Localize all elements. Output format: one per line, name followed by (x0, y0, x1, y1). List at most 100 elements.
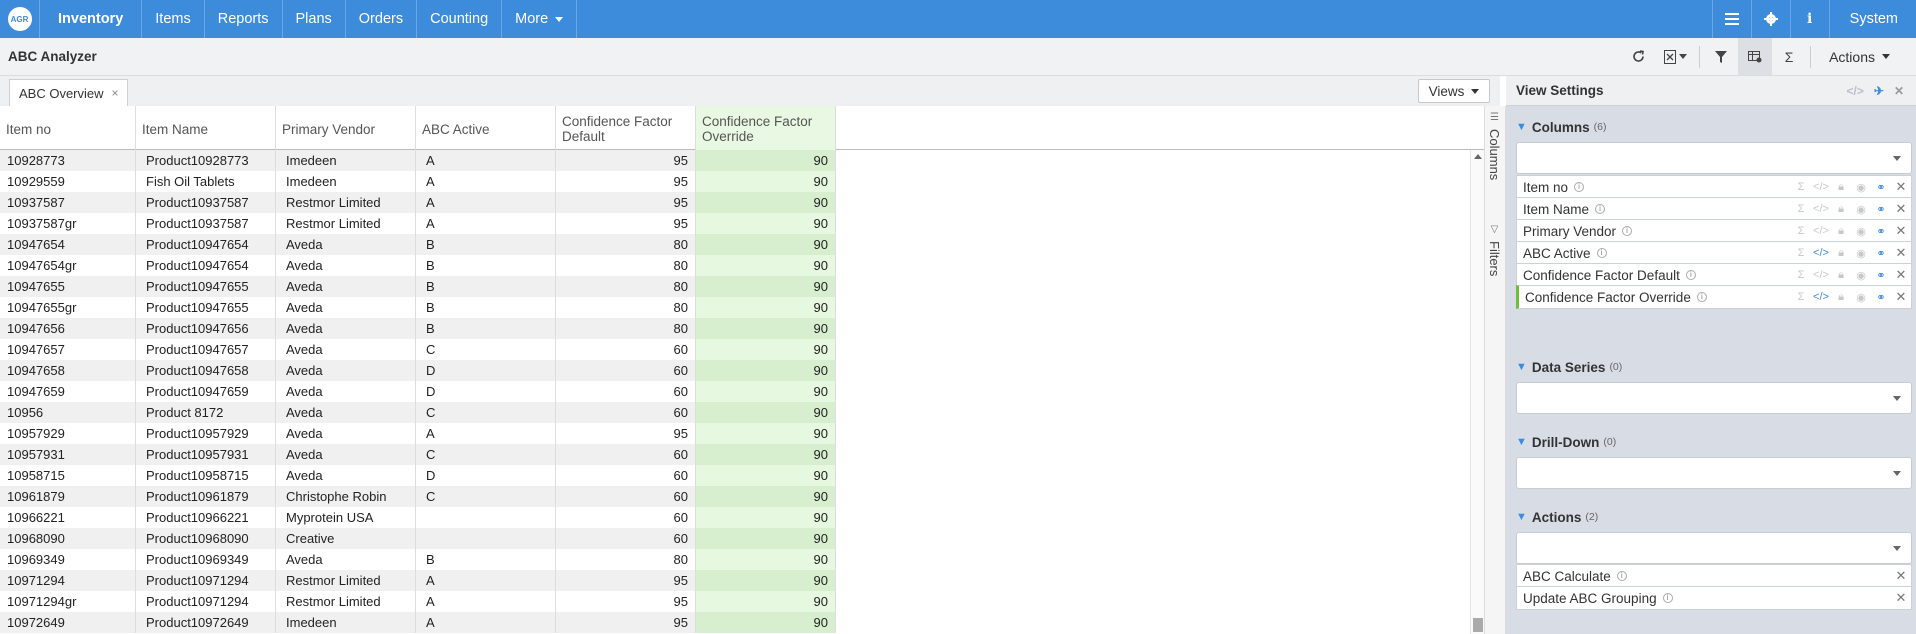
close-icon[interactable]: ✕ (1891, 179, 1911, 195)
pin-icon[interactable]: ✈ (1874, 84, 1884, 98)
info-icon[interactable]: i (1616, 571, 1627, 581)
vertical-scrollbar[interactable] (1470, 150, 1484, 634)
table-row[interactable]: 10961879 Product10961879 Christophe Robin C… (0, 486, 836, 507)
column-setting-item[interactable]: Item Name i Σ </> 🔒︎ ◉ ⚭ ✕ (1516, 197, 1912, 221)
confidence-override-cell[interactable]: 90 (696, 465, 836, 486)
lock-icon[interactable]: 🔒︎ (1831, 203, 1851, 216)
nav-reports[interactable]: Reports (205, 0, 283, 38)
info-icon[interactable]: i (1662, 593, 1673, 603)
link-icon[interactable]: ⚭ (1871, 247, 1891, 260)
code-icon[interactable]: </> (1811, 291, 1831, 303)
scroll-up-icon[interactable] (1474, 154, 1482, 159)
link-icon[interactable]: ⚭ (1871, 181, 1891, 194)
confidence-override-cell[interactable]: 90 (696, 171, 836, 192)
info-icon[interactable]: i (1574, 182, 1585, 192)
link-icon[interactable]: ⚭ (1871, 203, 1891, 216)
close-icon[interactable]: ✕ (1891, 223, 1911, 239)
info-icon[interactable]: i (1622, 226, 1633, 236)
nav-plans[interactable]: Plans (283, 0, 346, 38)
column-header-confidence-factor-default[interactable]: Confidence Factor Default (556, 106, 696, 150)
close-icon[interactable]: ✕ (1891, 201, 1911, 217)
lock-icon[interactable]: 🔒︎ (1831, 269, 1851, 282)
eye-icon[interactable]: ◉ (1851, 203, 1871, 216)
table-row[interactable]: 10937587 Product10937587 Restmor Limited A 9… (0, 192, 836, 213)
confidence-override-cell[interactable]: 90 (696, 423, 836, 444)
sigma-icon[interactable]: Σ (1791, 291, 1811, 303)
info-icon[interactable]: i (1696, 292, 1707, 302)
column-setting-item[interactable]: Confidence Factor Override i Σ </> 🔒︎ ◉ ⚭ ✕ (1516, 285, 1912, 309)
confidence-override-cell[interactable]: 90 (696, 255, 836, 276)
data-series-section-title[interactable]: ▼ Data Series (0) (1516, 358, 1912, 376)
lock-icon[interactable]: 🔒︎ (1831, 247, 1851, 260)
table-row[interactable]: 10958715 Product10958715 Aveda D 60 90 (0, 465, 836, 486)
table-row[interactable]: 10957929 Product10957929 Aveda A 95 90 (0, 423, 836, 444)
lock-icon[interactable]: 🔒︎ (1831, 181, 1851, 194)
nav-counting[interactable]: Counting (417, 0, 503, 38)
info-icon[interactable]: i (1789, 0, 1829, 38)
confidence-override-cell[interactable]: 90 (696, 381, 836, 402)
confidence-override-cell[interactable]: 90 (696, 507, 836, 528)
close-icon[interactable]: × (112, 86, 119, 100)
table-row[interactable]: 10971294 Product10971294 Restmor Limited A 9… (0, 570, 836, 591)
sigma-icon[interactable]: Σ (1791, 203, 1811, 215)
link-icon[interactable]: ⚭ (1871, 225, 1891, 238)
grid-settings-icon[interactable] (1738, 38, 1773, 75)
nav-items[interactable]: Items (142, 0, 205, 38)
link-icon[interactable]: ⚭ (1871, 269, 1891, 282)
table-row[interactable]: 10971294gr Product10971294 Restmor Limited… (0, 591, 836, 612)
action-setting-item[interactable]: Update ABC Grouping i ✕ (1516, 586, 1912, 610)
confidence-override-cell[interactable]: 90 (696, 570, 836, 591)
confidence-override-cell[interactable]: 90 (696, 276, 836, 297)
refresh-icon[interactable] (1621, 38, 1655, 75)
table-row[interactable]: 10966221 Product10966221 Myprotein USA 60 90 (0, 507, 836, 528)
tab-abc-overview[interactable]: ABC Overview × (9, 79, 128, 106)
columns-add-dropdown[interactable] (1516, 142, 1912, 174)
lock-icon[interactable]: 🔒︎ (1831, 225, 1851, 238)
sigma-icon[interactable]: Σ (1791, 269, 1811, 281)
drill-down-section-title[interactable]: ▼ Drill-Down (0) (1516, 433, 1912, 451)
confidence-override-cell[interactable]: 90 (696, 192, 836, 213)
gear-icon[interactable] (1750, 0, 1790, 38)
column-setting-item[interactable]: Primary Vendor i Σ </> 🔒︎ ◉ ⚭ ✕ (1516, 219, 1912, 243)
sigma-icon[interactable]: Σ (1772, 38, 1806, 75)
confidence-override-cell[interactable]: 90 (696, 444, 836, 465)
code-icon[interactable]: </> (1811, 225, 1831, 237)
code-icon[interactable]: </> (1811, 203, 1831, 215)
sigma-icon[interactable]: Σ (1791, 247, 1811, 259)
nav-inventory[interactable]: Inventory (40, 0, 143, 38)
drill-down-dropdown[interactable] (1516, 457, 1912, 489)
code-icon[interactable]: </> (1811, 247, 1831, 259)
actions-dropdown[interactable]: Actions (1815, 38, 1916, 75)
confidence-override-cell[interactable]: 90 (696, 318, 836, 339)
sigma-icon[interactable]: Σ (1791, 181, 1811, 193)
table-row[interactable]: 10956 Product 8172 Aveda C 60 90 (0, 402, 836, 423)
confidence-override-cell[interactable]: 90 (696, 150, 836, 171)
table-row[interactable]: 10947654 Product10947654 Aveda B 80 90 (0, 234, 836, 255)
table-row[interactable]: 10947657 Product10947657 Aveda C 60 90 (0, 339, 836, 360)
views-dropdown[interactable]: Views (1418, 79, 1490, 103)
eye-icon[interactable]: ◉ (1851, 247, 1871, 260)
excel-export-icon[interactable] (1655, 38, 1695, 75)
confidence-override-cell[interactable]: 90 (696, 528, 836, 549)
table-row[interactable]: 10947654gr Product10947654 Aveda B 80 90 (0, 255, 836, 276)
logo[interactable]: AGR (0, 0, 40, 38)
close-icon[interactable]: ✕ (1891, 590, 1911, 606)
confidence-override-cell[interactable]: 90 (696, 234, 836, 255)
nav-system[interactable]: System (1828, 0, 1916, 38)
scrollbar-thumb[interactable] (1473, 618, 1483, 632)
list-settings-icon[interactable] (1711, 0, 1751, 38)
column-header-item-name[interactable]: Item Name (136, 106, 276, 150)
close-icon[interactable]: ✕ (1891, 267, 1911, 283)
code-icon[interactable]: </> (1811, 269, 1831, 281)
column-setting-item[interactable]: Item no i Σ </> 🔒︎ ◉ ⚭ ✕ (1516, 175, 1912, 199)
eye-icon[interactable]: ◉ (1851, 225, 1871, 238)
column-header-item-no[interactable]: Item no (0, 106, 136, 150)
column-header-abc-active[interactable]: ABC Active (416, 106, 556, 150)
table-row[interactable]: 10937587gr Product10937587 Restmor Limited… (0, 213, 836, 234)
table-row[interactable]: 10957931 Product10957931 Aveda C 60 90 (0, 444, 836, 465)
confidence-override-cell[interactable]: 90 (696, 339, 836, 360)
table-row[interactable]: 10947655 Product10947655 Aveda B 80 90 (0, 276, 836, 297)
filter-icon[interactable] (1704, 38, 1738, 75)
column-header-primary-vendor[interactable]: Primary Vendor (276, 106, 416, 150)
action-setting-item[interactable]: ABC Calculate i ✕ (1516, 564, 1912, 588)
